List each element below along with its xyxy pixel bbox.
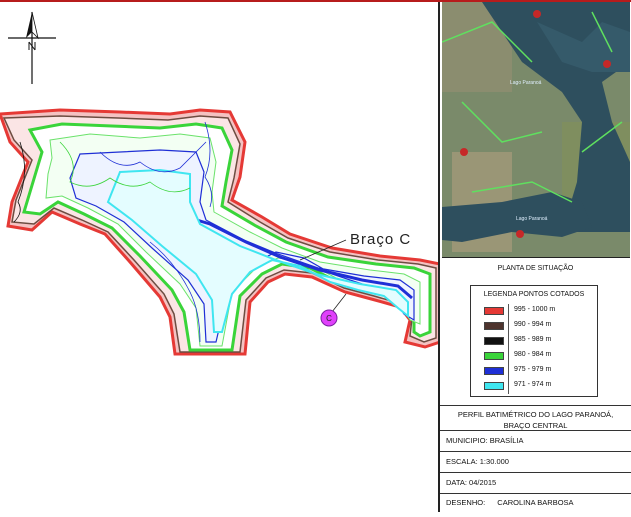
legend-swatch: [484, 307, 504, 315]
municipio-field: MUNICIPIO: BRASÍLIA: [440, 430, 631, 451]
legend-divider: [508, 364, 509, 379]
legend-title: LEGENDA PONTOS COTADOS: [483, 291, 585, 298]
legend-item: 971 - 974 m: [471, 379, 597, 394]
situation-title: PLANTA DE SITUAÇÃO: [497, 265, 574, 272]
legend-item: 980 - 984 m: [471, 349, 597, 364]
legend-divider: [508, 379, 509, 394]
point-c-label: C: [326, 314, 332, 323]
legend-swatch: [484, 337, 504, 345]
title-line-1: PERFIL BATIMÉTRICO DO LAGO PARANOÁ,: [457, 410, 614, 419]
legend-range: 971 - 974 m: [514, 381, 552, 388]
marker-leader-line: [331, 293, 347, 313]
data-field: DATA: 04/2015: [440, 472, 631, 493]
situation-satellite-image: Lago Paranoá Lago Paranoá: [442, 2, 630, 258]
desenho-field: DESENHO: CAROLINA BARBOSA: [440, 493, 631, 512]
legend-swatch: [484, 382, 504, 390]
legend-swatch: [484, 367, 504, 375]
legend-swatch: [484, 352, 504, 360]
legend-item: 995 - 1000 m: [471, 304, 597, 319]
legend-range: 975 - 979 m: [514, 366, 552, 373]
legend-divider: [508, 334, 509, 349]
legend-swatch: [484, 322, 504, 330]
legend-divider: [508, 349, 509, 364]
legend-box: LEGENDA PONTOS COTADOS 995 - 1000 m 990 -…: [470, 285, 598, 397]
legend-item: 990 - 994 m: [471, 319, 597, 334]
legend-range: 980 - 984 m: [514, 351, 552, 358]
title-panel: Lago Paranoá Lago Paranoá PLANTA DE SITU…: [438, 2, 631, 512]
legend-item: 975 - 979 m: [471, 364, 597, 379]
legend-range: 995 - 1000 m: [514, 306, 556, 313]
situation-place-1: Lago Paranoá: [510, 80, 542, 86]
legend-range: 990 - 994 m: [514, 321, 552, 328]
legend-divider: [508, 304, 509, 319]
escala-field: ESCALA: 1:30.000: [440, 451, 631, 472]
desenho-value: CAROLINA BARBOSA: [497, 498, 574, 507]
bathymetric-map: C Braço C: [0, 2, 442, 512]
arm-label: Braço C: [350, 231, 412, 248]
desenho-label: DESENHO:: [446, 498, 486, 507]
legend-divider: [508, 319, 509, 334]
contour-drawing: C: [0, 108, 442, 356]
legend-item: 985 - 989 m: [471, 334, 597, 349]
north-arrow-icon: [6, 8, 58, 88]
legend-range: 985 - 989 m: [514, 336, 552, 343]
situation-place-2: Lago Paranoá: [516, 216, 548, 222]
